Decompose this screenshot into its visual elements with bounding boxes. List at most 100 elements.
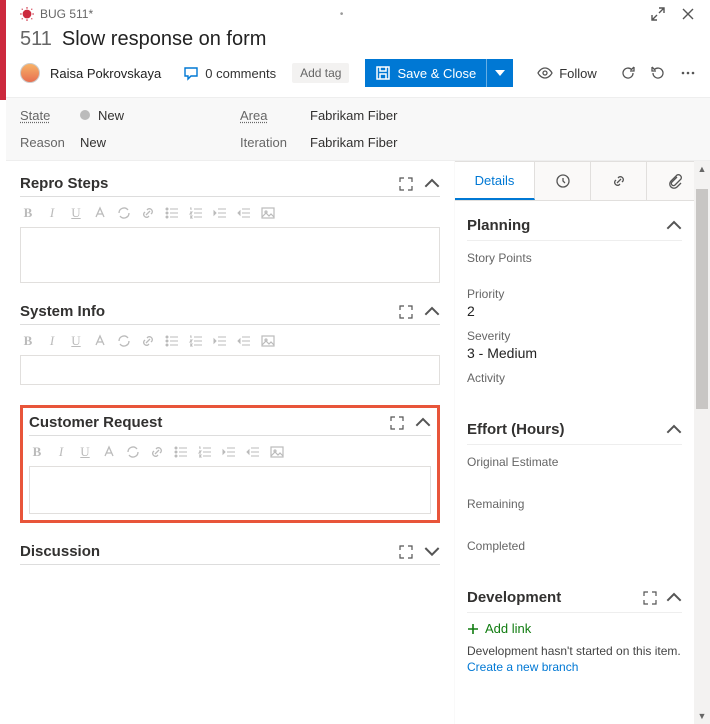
indent-button[interactable]	[236, 333, 252, 349]
chevron-up-icon[interactable]	[666, 590, 682, 606]
tab-details[interactable]: Details	[455, 161, 535, 200]
reason-value[interactable]: New	[80, 135, 240, 150]
add-link-button[interactable]: Add link	[467, 621, 682, 636]
area-value[interactable]: Fabrikam Fiber	[310, 108, 696, 123]
remaining-label: Remaining	[467, 497, 682, 511]
breadcrumb[interactable]: BUG 511*	[40, 7, 93, 21]
iteration-label: Iteration	[240, 135, 310, 150]
work-item-id: 511	[20, 28, 52, 51]
revert-icon[interactable]	[650, 65, 666, 81]
expand-icon[interactable]	[389, 415, 405, 431]
repro-steps-editor[interactable]	[20, 227, 440, 283]
expand-icon[interactable]	[642, 590, 658, 606]
font-color-button[interactable]	[92, 333, 108, 349]
expand-icon[interactable]	[398, 544, 414, 560]
effort-title: Effort (Hours)	[467, 421, 565, 438]
close-icon[interactable]	[680, 6, 696, 22]
drag-dot: •	[93, 9, 650, 20]
tab-attachments[interactable]	[647, 161, 694, 200]
priority-value[interactable]: 2	[467, 303, 682, 319]
outdent-button[interactable]	[212, 333, 228, 349]
expand-icon[interactable]	[398, 176, 414, 192]
bug-icon	[20, 7, 34, 21]
create-branch-link[interactable]: Create a new branch	[467, 660, 682, 674]
save-icon	[375, 65, 391, 81]
image-button[interactable]	[260, 205, 276, 221]
story-points-label: Story Points	[467, 251, 682, 265]
eye-icon	[537, 65, 553, 81]
scroll-thumb[interactable]	[696, 189, 708, 409]
number-list-button[interactable]	[188, 333, 204, 349]
indent-button[interactable]	[245, 444, 261, 460]
bold-button[interactable]: B	[20, 333, 36, 349]
iteration-value[interactable]: Fabrikam Fiber	[310, 135, 696, 150]
tabs: Details	[455, 161, 694, 201]
outdent-button[interactable]	[212, 205, 228, 221]
attachment-icon	[667, 173, 683, 189]
severity-value[interactable]: 3 - Medium	[467, 345, 682, 361]
rich-text-toolbar: B I U	[20, 325, 440, 355]
link-button[interactable]	[140, 205, 156, 221]
bold-button[interactable]: B	[29, 444, 45, 460]
scroll-down-icon[interactable]: ▼	[694, 708, 710, 724]
comment-icon	[183, 65, 199, 81]
scroll-up-icon[interactable]: ▲	[694, 161, 710, 177]
comments-button[interactable]: 0 comments	[183, 65, 276, 81]
link-icon	[611, 173, 627, 189]
clear-format-button[interactable]	[125, 444, 141, 460]
link-button[interactable]	[140, 333, 156, 349]
reason-label: Reason	[20, 135, 80, 150]
chevron-up-icon[interactable]	[424, 176, 440, 192]
repro-steps-title: Repro Steps	[20, 175, 398, 192]
fullscreen-icon[interactable]	[650, 6, 666, 22]
bullet-list-button[interactable]	[164, 333, 180, 349]
refresh-icon[interactable]	[620, 65, 636, 81]
tab-history[interactable]	[535, 161, 591, 200]
comments-label: 0 comments	[205, 66, 276, 81]
chevron-up-icon[interactable]	[424, 304, 440, 320]
expand-icon[interactable]	[398, 304, 414, 320]
link-button[interactable]	[149, 444, 165, 460]
state-label: State	[20, 108, 80, 123]
rich-text-toolbar: B I U	[20, 197, 440, 227]
image-button[interactable]	[260, 333, 276, 349]
clear-format-button[interactable]	[116, 333, 132, 349]
work-item-title[interactable]: Slow response on form	[62, 28, 267, 51]
system-info-editor[interactable]	[20, 355, 440, 385]
assignee-name[interactable]: Raisa Pokrovskaya	[50, 66, 161, 81]
customer-request-editor[interactable]	[29, 466, 431, 514]
underline-button[interactable]: U	[68, 205, 84, 221]
underline-button[interactable]: U	[68, 333, 84, 349]
outdent-button[interactable]	[221, 444, 237, 460]
image-button[interactable]	[269, 444, 285, 460]
scrollbar[interactable]: ▲ ▼	[694, 161, 710, 724]
bullet-list-button[interactable]	[173, 444, 189, 460]
add-tag-button[interactable]: Add tag	[292, 63, 349, 83]
clear-format-button[interactable]	[116, 205, 132, 221]
font-color-button[interactable]	[101, 444, 117, 460]
number-list-button[interactable]	[197, 444, 213, 460]
italic-button[interactable]: I	[44, 205, 60, 221]
italic-button[interactable]: I	[44, 333, 60, 349]
section-system-info: System Info B I U	[20, 303, 440, 385]
underline-button[interactable]: U	[77, 444, 93, 460]
font-color-button[interactable]	[92, 205, 108, 221]
avatar[interactable]	[20, 63, 40, 83]
tab-links[interactable]	[591, 161, 647, 200]
number-list-button[interactable]	[188, 205, 204, 221]
severity-label: Severity	[467, 329, 682, 343]
chevron-up-icon[interactable]	[666, 422, 682, 438]
chevron-up-icon[interactable]	[415, 415, 431, 431]
follow-button[interactable]: Follow	[537, 65, 597, 81]
bold-button[interactable]: B	[20, 205, 36, 221]
italic-button[interactable]: I	[53, 444, 69, 460]
indent-button[interactable]	[236, 205, 252, 221]
chevron-down-icon[interactable]	[424, 544, 440, 560]
state-value[interactable]: New	[80, 108, 240, 123]
system-info-title: System Info	[20, 303, 398, 320]
save-close-button[interactable]: Save & Close	[365, 59, 513, 87]
chevron-up-icon[interactable]	[666, 218, 682, 234]
bullet-list-button[interactable]	[164, 205, 180, 221]
save-dropdown[interactable]	[486, 59, 513, 87]
more-icon[interactable]	[680, 65, 696, 81]
